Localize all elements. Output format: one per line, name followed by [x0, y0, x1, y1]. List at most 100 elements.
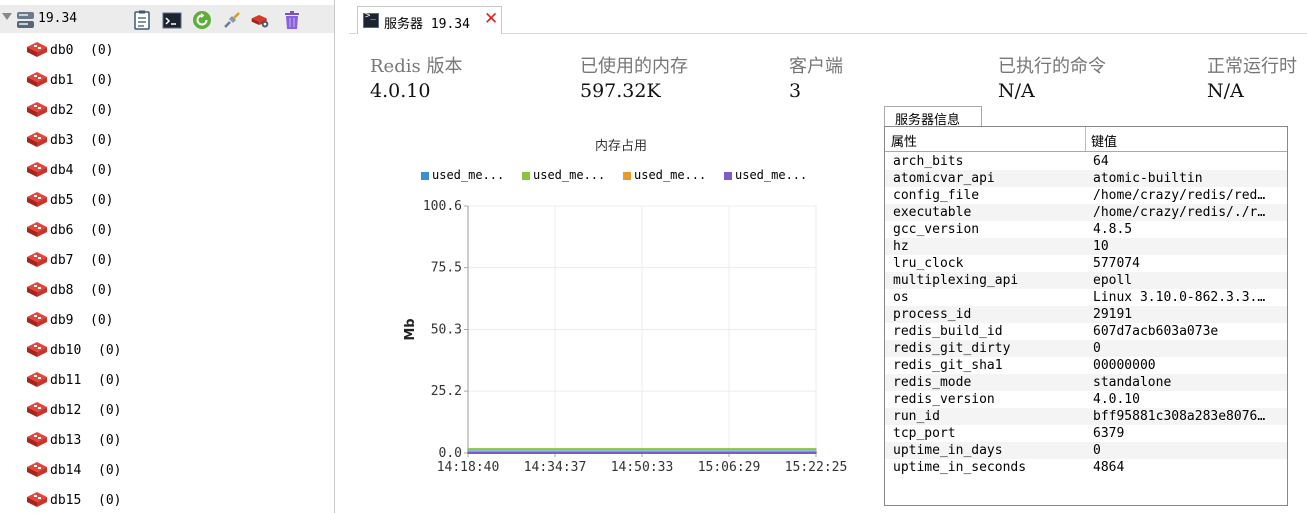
console-icon — [363, 11, 379, 28]
stat-label-uptime: 正常运行时 — [1207, 56, 1297, 77]
server-row[interactable]: 19.34 — [0, 5, 334, 33]
y-tick-label: 25.2 — [431, 384, 462, 399]
database-name: db5 — [50, 193, 74, 208]
tab-label: 服务器 19.34 — [384, 17, 470, 32]
stat-value-uptime: N/A — [1207, 80, 1244, 102]
connect-icon[interactable] — [222, 10, 242, 30]
table-row[interactable]: hz 10 — [885, 238, 1287, 255]
table-row[interactable]: multiplexing_api epoll — [885, 272, 1287, 289]
legend-swatch — [724, 172, 732, 180]
data-point — [728, 452, 730, 454]
table-row[interactable]: executable/home/crazy/redis/./r… — [885, 204, 1287, 221]
property-value: Linux 3.10.0-862.3.3.… — [1093, 290, 1266, 305]
x-tick-label: 15:22:25 — [785, 460, 848, 475]
property-value: 10 — [1093, 239, 1109, 254]
database-key-count: (0) — [98, 373, 122, 388]
property-key: redis_mode — [893, 375, 972, 390]
table-row[interactable]: redis_git_sha1 00000000 — [885, 357, 1287, 374]
x-tick-label: 14:50:33 — [611, 460, 674, 475]
x-tick-label: 14:34:37 — [524, 460, 587, 475]
database-name: db14 — [50, 463, 82, 478]
list-item[interactable]: db5 (0) — [26, 190, 326, 212]
list-item[interactable]: db0 (0) — [26, 40, 326, 62]
list-item[interactable]: db11 (0) — [26, 370, 326, 392]
table-row[interactable]: uptime_in_days 0 — [885, 442, 1287, 459]
list-item[interactable]: db4 (0) — [26, 160, 326, 182]
database-key-count: (0) — [90, 73, 114, 88]
database-key-count: (0) — [90, 193, 114, 208]
chart-title: 内存占用 — [595, 139, 648, 154]
table-row[interactable]: atomicvar_api atomic-builtin — [885, 170, 1287, 187]
list-item[interactable]: db7 (0) — [26, 250, 326, 272]
list-item[interactable]: db13 (0) — [26, 430, 326, 452]
tab-server-info[interactable]: 服务器信息 — [884, 106, 982, 128]
table-row[interactable]: redis_git_dirty 0 — [885, 340, 1287, 357]
info-icon[interactable] — [132, 10, 152, 30]
table-row[interactable]: process_id 29191 — [885, 306, 1287, 323]
database-icon — [27, 432, 47, 447]
stat-value-commands: N/A — [998, 80, 1035, 102]
close-icon[interactable]: ✕ — [484, 9, 498, 29]
table-row[interactable]: redis_mode standalone — [885, 374, 1287, 391]
property-value: 29191 — [1093, 307, 1133, 322]
database-icon — [27, 372, 47, 387]
database-name: db3 — [50, 133, 74, 148]
list-item[interactable]: db2 (0) — [26, 100, 326, 122]
column-header-key[interactable]: 属性 — [891, 131, 917, 150]
property-value: 4.0.10 — [1093, 392, 1140, 407]
database-icon — [27, 312, 47, 327]
stat-label-clients: 客户端 — [789, 56, 843, 77]
table-row[interactable]: redis_version 4.0.10 — [885, 391, 1287, 408]
console-icon[interactable] — [162, 10, 182, 30]
legend-label: used_me... — [533, 168, 606, 182]
database-name: db13 — [50, 433, 82, 448]
database-icon — [27, 342, 47, 357]
database-icon — [27, 72, 47, 87]
table-row[interactable]: gcc_version 4.8.5 — [885, 221, 1287, 238]
property-key: run_id — [893, 409, 940, 424]
list-item[interactable]: db14 (0) — [26, 460, 326, 482]
data-point — [641, 452, 643, 454]
column-header-value[interactable]: 键值 — [1091, 131, 1117, 150]
list-item[interactable]: db12 (0) — [26, 400, 326, 422]
database-key-count: (0) — [90, 103, 114, 118]
table-row[interactable]: os Linux 3.10.0-862.3.3.… — [885, 289, 1287, 306]
stat-value-clients: 3 — [789, 80, 802, 102]
list-item[interactable]: db10 (0) — [26, 340, 326, 362]
table-row[interactable]: lru_clock 577074 — [885, 255, 1287, 272]
sidebar: 19.34 db0 (0) db1 (0) db2 (0) db3 (0) db… — [0, 0, 335, 513]
settings-icon[interactable] — [250, 10, 270, 30]
database-name: db10 — [50, 343, 82, 358]
database-name: db6 — [50, 223, 74, 238]
property-key: redis_version — [893, 392, 995, 407]
property-key: arch_bits — [893, 154, 964, 169]
list-item[interactable]: db8 (0) — [26, 280, 326, 302]
stat-label-commands: 已执行的命令 — [998, 56, 1106, 77]
property-value: bff95881c308a283e8076… — [1093, 409, 1266, 424]
expand-arrow-icon[interactable] — [2, 13, 12, 20]
refresh-icon[interactable] — [192, 10, 212, 30]
table-row[interactable]: uptime_in_seconds 4864 — [885, 459, 1287, 476]
list-item[interactable]: db1 (0) — [26, 70, 326, 92]
table-row[interactable]: config_file/home/crazy/redis/red… — [885, 187, 1287, 204]
list-item[interactable]: db3 (0) — [26, 130, 326, 152]
database-name: db8 — [50, 283, 74, 298]
property-key: redis_git_sha1 — [893, 358, 1003, 373]
trash-icon[interactable] — [282, 10, 302, 30]
table-row[interactable]: run_id bff95881c308a283e8076… — [885, 408, 1287, 425]
property-value: 0 — [1093, 341, 1101, 356]
list-item[interactable]: db9 (0) — [26, 310, 326, 332]
column-divider[interactable] — [1085, 127, 1086, 151]
data-point — [815, 452, 817, 454]
table-row[interactable]: arch_bits 64 — [885, 153, 1287, 170]
database-key-count: (0) — [90, 133, 114, 148]
tab-server[interactable]: 服务器 19.34 ✕ — [357, 6, 502, 34]
database-key-count: (0) — [90, 163, 114, 178]
list-item[interactable]: db6 (0) — [26, 220, 326, 242]
table-row[interactable]: tcp_port 6379 — [885, 425, 1287, 442]
list-item[interactable]: db15 (0) — [26, 490, 326, 512]
x-tick-label: 15:06:29 — [698, 460, 761, 475]
table-row[interactable]: redis_build_id 607d7acb603a073e — [885, 323, 1287, 340]
database-icon — [27, 132, 47, 147]
property-key: hz — [893, 239, 909, 254]
